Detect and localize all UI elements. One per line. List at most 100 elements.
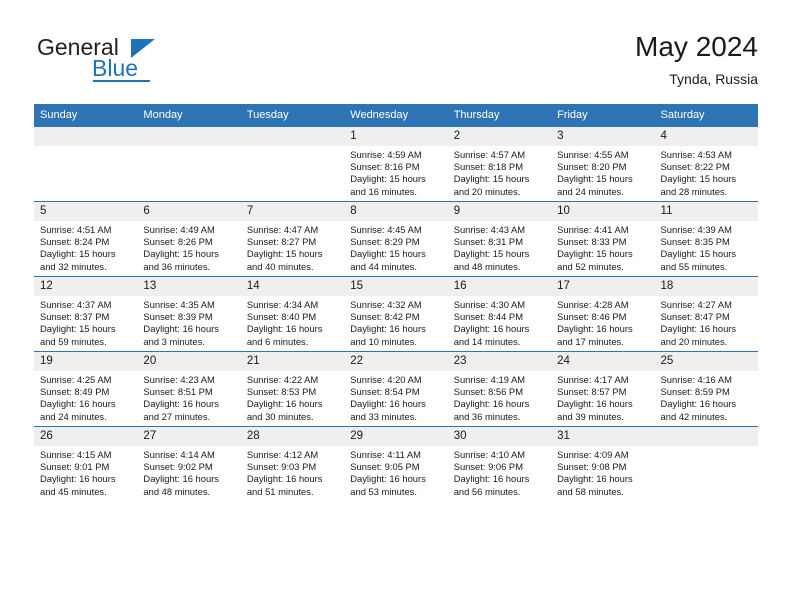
day-cell-inner: 9 Sunrise: 4:43 AM Sunset: 8:31 PM Daylight… bbox=[447, 202, 552, 276]
calendar-day-cell[interactable]: 4 Sunrise: 4:53 AM Sunset: 8:22 PM Daylight… bbox=[654, 126, 758, 202]
sunrise-text: Sunrise: 4:41 AM bbox=[557, 224, 629, 235]
calendar-day-cell[interactable]: 27 Sunrise: 4:14 AM Sunset: 9:02 PM Dayligh… bbox=[137, 426, 241, 501]
calendar-day-cell[interactable]: 3 Sunrise: 4:55 AM Sunset: 8:20 PM Daylight… bbox=[551, 126, 655, 202]
daylight-text: Daylight: 16 hours and 36 minutes. bbox=[453, 398, 530, 422]
calendar-day-cell[interactable]: 5 Sunrise: 4:51 AM Sunset: 8:24 PM Daylight… bbox=[34, 201, 138, 277]
day-cell-inner: 29 Sunrise: 4:11 AM Sunset: 9:05 PM Dayligh… bbox=[344, 427, 448, 501]
day-number: 29 bbox=[344, 427, 448, 446]
calendar-day-cell[interactable]: 23 Sunrise: 4:19 AM Sunset: 8:56 PM Dayligh… bbox=[447, 351, 552, 427]
page-title: May 2024 bbox=[635, 31, 758, 62]
general-blue-logo[interactable]: General Blue bbox=[34, 35, 214, 93]
calendar-day-cell[interactable]: 29 Sunrise: 4:11 AM Sunset: 9:05 PM Dayligh… bbox=[344, 426, 448, 501]
day-cell-inner: 30 Sunrise: 4:10 AM Sunset: 9:06 PM Dayligh… bbox=[447, 427, 552, 501]
sun-info: Sunrise: 4:43 AM Sunset: 8:31 PM Daylight:… bbox=[448, 221, 551, 273]
day-cell-inner: 5 Sunrise: 4:51 AM Sunset: 8:24 PM Daylight… bbox=[34, 202, 138, 276]
calendar-day-cell[interactable]: 2 Sunrise: 4:57 AM Sunset: 8:18 PM Daylight… bbox=[447, 126, 552, 202]
sunset-text: Sunset: 8:39 PM bbox=[143, 311, 213, 323]
sunrise-text: Sunrise: 4:34 AM bbox=[246, 299, 319, 310]
calendar-day-cell[interactable]: 26 Sunrise: 4:15 AM Sunset: 9:01 PM Dayligh… bbox=[34, 426, 138, 501]
day-number: 24 bbox=[551, 352, 655, 371]
day-number: 8 bbox=[344, 202, 448, 221]
sun-info: Sunrise: 4:41 AM Sunset: 8:33 PM Daylight:… bbox=[551, 221, 654, 273]
day-number: 27 bbox=[137, 427, 241, 446]
day-cell-inner: 7 Sunrise: 4:47 AM Sunset: 8:27 PM Daylight… bbox=[240, 202, 345, 276]
day-number: 16 bbox=[447, 277, 552, 296]
calendar-day-cell[interactable]: 30 Sunrise: 4:10 AM Sunset: 9:06 PM Dayligh… bbox=[447, 426, 552, 501]
calendar-day-cell[interactable]: 25 Sunrise: 4:16 AM Sunset: 8:59 PM Dayligh… bbox=[654, 351, 758, 427]
calendar-day-cell[interactable]: 28 Sunrise: 4:12 AM Sunset: 9:03 PM Dayligh… bbox=[240, 426, 345, 501]
sun-info: Sunrise: 4:15 AM Sunset: 9:01 PM Daylight:… bbox=[34, 446, 137, 498]
day-cell-inner: 6 Sunrise: 4:49 AM Sunset: 8:26 PM Daylight… bbox=[137, 202, 241, 276]
sunrise-text: Sunrise: 4:47 AM bbox=[246, 224, 319, 235]
calendar-day-cell[interactable]: 10 Sunrise: 4:41 AM Sunset: 8:33 PM Dayligh… bbox=[551, 201, 655, 277]
day-cell-inner: 27 Sunrise: 4:14 AM Sunset: 9:02 PM Dayligh… bbox=[137, 427, 241, 501]
sunset-text: Sunset: 9:05 PM bbox=[350, 461, 420, 473]
calendar-day-cell[interactable]: 7 Sunrise: 4:47 AM Sunset: 8:27 PM Daylight… bbox=[240, 201, 345, 277]
calendar-day-cell[interactable]: 13 Sunrise: 4:35 AM Sunset: 8:39 PM Dayligh… bbox=[137, 276, 241, 352]
day-cell-inner: 1 Sunrise: 4:59 AM Sunset: 8:16 PM Daylight… bbox=[344, 127, 448, 201]
daylight-text: Daylight: 15 hours and 40 minutes. bbox=[246, 248, 323, 272]
sunrise-text: Sunrise: 4:10 AM bbox=[453, 449, 526, 460]
calendar-day-cell[interactable]: 17 Sunrise: 4:28 AM Sunset: 8:46 PM Dayligh… bbox=[551, 276, 655, 352]
weekday-header-thursday: Thursday bbox=[447, 104, 552, 127]
day-number bbox=[240, 127, 345, 146]
day-cell-inner: 21 Sunrise: 4:22 AM Sunset: 8:53 PM Dayligh… bbox=[240, 352, 345, 426]
sun-info: Sunrise: 4:12 AM Sunset: 9:03 PM Daylight:… bbox=[241, 446, 344, 498]
calendar-day-cell[interactable]: 6 Sunrise: 4:49 AM Sunset: 8:26 PM Daylight… bbox=[137, 201, 241, 277]
sunset-text: Sunset: 8:35 PM bbox=[660, 236, 730, 248]
calendar-page: General Blue May 2024 Tynda, Russia Sund… bbox=[0, 0, 792, 612]
day-number bbox=[137, 127, 241, 146]
daylight-text: Daylight: 15 hours and 55 minutes. bbox=[660, 248, 737, 272]
sunset-text: Sunset: 8:42 PM bbox=[350, 311, 420, 323]
day-number: 2 bbox=[447, 127, 552, 146]
location-subtitle: Tynda, Russia bbox=[669, 71, 758, 87]
day-number: 3 bbox=[551, 127, 655, 146]
day-number: 21 bbox=[240, 352, 345, 371]
calendar-day-cell[interactable]: 21 Sunrise: 4:22 AM Sunset: 8:53 PM Dayligh… bbox=[240, 351, 345, 427]
day-cell-inner bbox=[137, 127, 241, 201]
calendar-day-cell[interactable]: 14 Sunrise: 4:34 AM Sunset: 8:40 PM Dayligh… bbox=[240, 276, 345, 352]
day-cell-inner: 14 Sunrise: 4:34 AM Sunset: 8:40 PM Dayligh… bbox=[240, 277, 345, 351]
calendar-day-cell[interactable]: 11 Sunrise: 4:39 AM Sunset: 8:35 PM Dayligh… bbox=[654, 201, 758, 277]
calendar-day-cell[interactable]: 20 Sunrise: 4:23 AM Sunset: 8:51 PM Dayligh… bbox=[137, 351, 241, 427]
calendar-day-cell[interactable]: 15 Sunrise: 4:32 AM Sunset: 8:42 PM Dayligh… bbox=[344, 276, 448, 352]
calendar-day-cell[interactable]: 16 Sunrise: 4:30 AM Sunset: 8:44 PM Dayligh… bbox=[447, 276, 552, 352]
calendar-day-cell[interactable]: 9 Sunrise: 4:43 AM Sunset: 8:31 PM Daylight… bbox=[447, 201, 552, 277]
calendar-day-cell[interactable]: 1 Sunrise: 4:59 AM Sunset: 8:16 PM Daylight… bbox=[344, 126, 448, 202]
sun-info: Sunrise: 4:23 AM Sunset: 8:51 PM Daylight:… bbox=[137, 371, 240, 423]
sun-info: Sunrise: 4:20 AM Sunset: 8:54 PM Daylight:… bbox=[344, 371, 447, 423]
sun-info: Sunrise: 4:49 AM Sunset: 8:26 PM Daylight:… bbox=[137, 221, 240, 273]
daylight-text: Daylight: 16 hours and 51 minutes. bbox=[246, 473, 323, 497]
sunrise-text: Sunrise: 4:35 AM bbox=[143, 299, 215, 310]
sunset-text: Sunset: 8:20 PM bbox=[557, 161, 627, 173]
daylight-text: Daylight: 16 hours and 3 minutes. bbox=[143, 323, 219, 347]
calendar-week-row: 26 Sunrise: 4:15 AM Sunset: 9:01 PM Dayligh… bbox=[34, 426, 758, 501]
daylight-text: Daylight: 16 hours and 53 minutes. bbox=[350, 473, 426, 497]
calendar-day-cell[interactable]: 24 Sunrise: 4:17 AM Sunset: 8:57 PM Dayligh… bbox=[551, 351, 655, 427]
sun-info: Sunrise: 4:32 AM Sunset: 8:42 PM Daylight:… bbox=[344, 296, 447, 348]
sunrise-text: Sunrise: 4:28 AM bbox=[557, 299, 629, 310]
day-cell-inner: 19 Sunrise: 4:25 AM Sunset: 8:49 PM Dayligh… bbox=[34, 352, 138, 426]
day-number: 13 bbox=[137, 277, 241, 296]
sun-info: Sunrise: 4:09 AM Sunset: 9:08 PM Daylight:… bbox=[551, 446, 654, 498]
calendar-day-cell[interactable]: 8 Sunrise: 4:45 AM Sunset: 8:29 PM Daylight… bbox=[344, 201, 448, 277]
sunrise-text: Sunrise: 4:19 AM bbox=[453, 374, 526, 385]
calendar-day-cell[interactable]: 31 Sunrise: 4:09 AM Sunset: 9:08 PM Dayligh… bbox=[551, 426, 655, 501]
calendar-day-cell[interactable]: 19 Sunrise: 4:25 AM Sunset: 8:49 PM Dayligh… bbox=[34, 351, 138, 427]
sunset-text: Sunset: 9:01 PM bbox=[40, 461, 110, 473]
sunset-text: Sunset: 8:47 PM bbox=[660, 311, 730, 323]
daylight-text: Daylight: 15 hours and 32 minutes. bbox=[40, 248, 116, 272]
sun-info: Sunrise: 4:51 AM Sunset: 8:24 PM Daylight:… bbox=[34, 221, 137, 273]
day-cell-inner: 18 Sunrise: 4:27 AM Sunset: 8:47 PM Dayligh… bbox=[654, 277, 758, 351]
calendar-day-cell[interactable]: 22 Sunrise: 4:20 AM Sunset: 8:54 PM Dayligh… bbox=[344, 351, 448, 427]
sunrise-text: Sunrise: 4:20 AM bbox=[350, 374, 422, 385]
calendar-day-cell[interactable]: 18 Sunrise: 4:27 AM Sunset: 8:47 PM Dayligh… bbox=[654, 276, 758, 352]
title-block: May 2024 Tynda, Russia bbox=[635, 30, 758, 89]
sun-info: Sunrise: 4:55 AM Sunset: 8:20 PM Daylight:… bbox=[551, 146, 654, 198]
sun-info: Sunrise: 4:35 AM Sunset: 8:39 PM Daylight:… bbox=[137, 296, 240, 348]
daylight-text: Daylight: 15 hours and 28 minutes. bbox=[660, 173, 737, 197]
day-cell-inner: 16 Sunrise: 4:30 AM Sunset: 8:44 PM Dayligh… bbox=[447, 277, 552, 351]
calendar-day-cell[interactable]: 12 Sunrise: 4:37 AM Sunset: 8:37 PM Dayligh… bbox=[34, 276, 138, 352]
sunrise-text: Sunrise: 4:22 AM bbox=[246, 374, 319, 385]
daylight-text: Daylight: 16 hours and 56 minutes. bbox=[453, 473, 530, 497]
